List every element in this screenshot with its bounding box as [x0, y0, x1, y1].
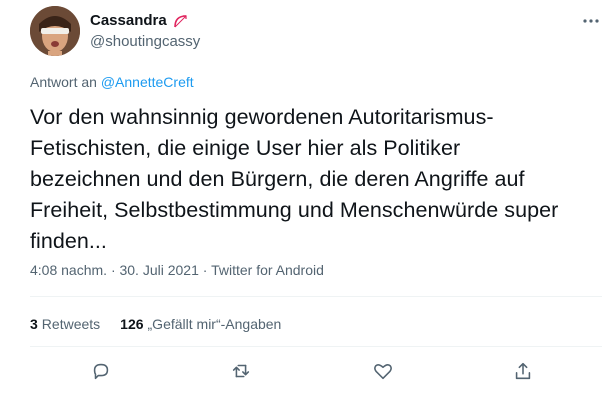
- tweet-stats: 3 Retweets 126 „Gefällt mir“-Angaben: [30, 316, 281, 332]
- author-handle[interactable]: @shoutingcassy: [90, 33, 200, 50]
- tweet-text: Vor den wahnsinnig gewordenen Autoritari…: [30, 105, 559, 253]
- retweets-stat[interactable]: 3 Retweets: [30, 316, 100, 332]
- reply-to-prefix: Antwort an: [30, 74, 97, 90]
- avatar[interactable]: [30, 6, 80, 56]
- reply-to-line: Antwort an @AnnetteCreft: [30, 74, 194, 90]
- divider-top: [30, 296, 602, 297]
- bow-arrow-icon: [172, 13, 188, 29]
- share-icon[interactable]: [512, 360, 536, 384]
- divider-bottom: [30, 346, 602, 347]
- retweets-count: 3: [30, 316, 38, 332]
- tweet-header: Cassandra @shoutingcassy: [30, 6, 602, 60]
- reply-bubble-icon[interactable]: [90, 360, 114, 384]
- retweets-label: Retweets: [41, 316, 101, 332]
- tweet-meta[interactable]: 4:08 nachm. · 30. Juli 2021 · Twitter fo…: [30, 262, 324, 278]
- likes-label: „Gefällt mir“-Angaben: [147, 316, 282, 332]
- avatar-image: [30, 6, 80, 56]
- reply-to-user-link[interactable]: @AnnetteCreft: [101, 74, 194, 90]
- heart-icon[interactable]: [372, 360, 396, 384]
- likes-stat[interactable]: 126 „Gefällt mir“-Angaben: [120, 316, 281, 332]
- author-name-row[interactable]: Cassandra: [90, 12, 188, 29]
- display-name[interactable]: Cassandra: [90, 12, 167, 29]
- retweet-icon[interactable]: [230, 360, 254, 384]
- tweet-actions: [30, 360, 602, 384]
- likes-count: 126: [120, 316, 144, 332]
- more-horizontal-icon[interactable]: [580, 14, 602, 28]
